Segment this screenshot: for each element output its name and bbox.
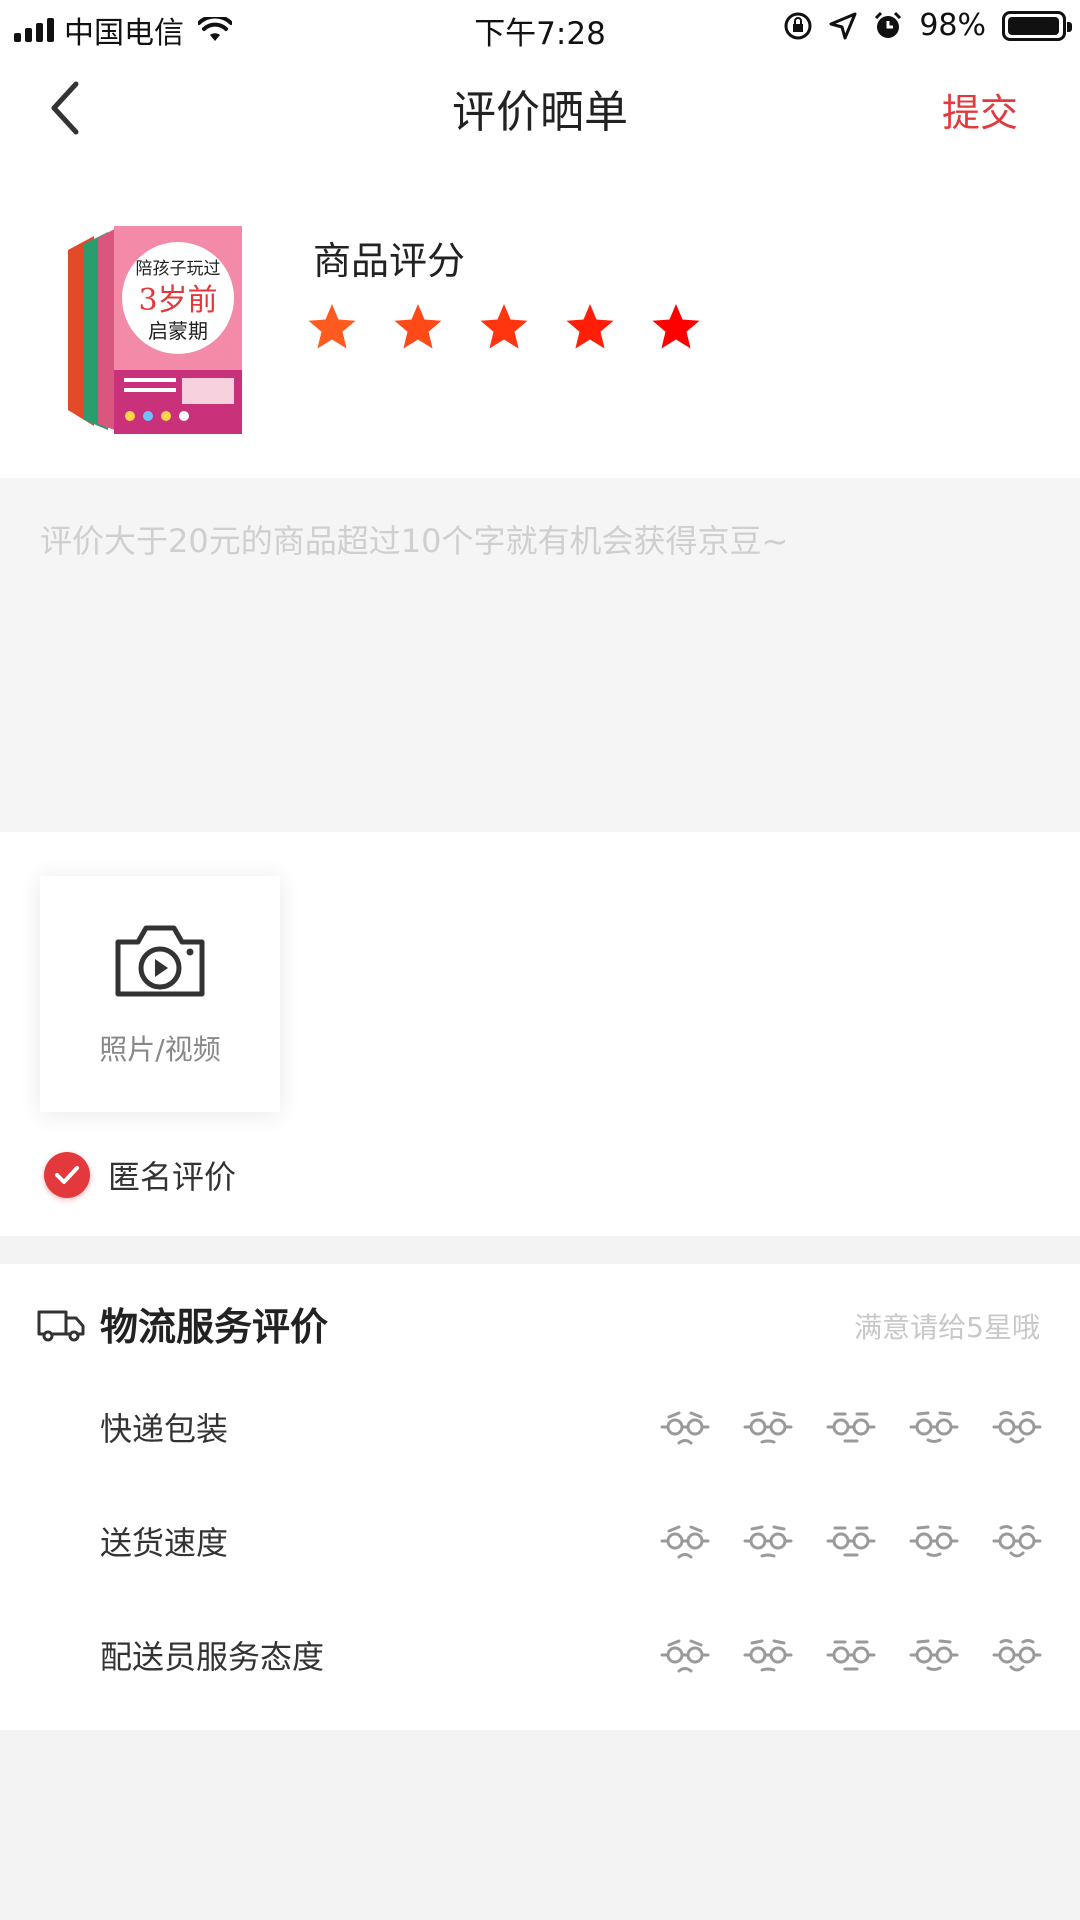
rating-label: 配送员服务态度 xyxy=(100,1638,325,1676)
face-icon-5[interactable] xyxy=(992,1516,1042,1566)
page-title: 评价晒单 xyxy=(452,87,628,138)
review-text-area xyxy=(0,478,1080,832)
face-icon-3[interactable] xyxy=(826,1516,876,1566)
rating-label: 送货速度 xyxy=(100,1524,229,1562)
product-score-label: 商品评分 xyxy=(313,239,466,283)
add-photo-video-button[interactable]: 照片/视频 xyxy=(40,876,280,1112)
face-icon-2[interactable] xyxy=(743,1630,793,1680)
logistics-title: 物流服务评价 xyxy=(100,1305,329,1349)
face-rating[interactable] xyxy=(660,1402,1042,1452)
book-title-line-3: 启蒙期 xyxy=(148,319,208,343)
face-icon-2[interactable] xyxy=(743,1402,793,1452)
rating-label: 快递包装 xyxy=(100,1410,229,1448)
status-bar: 中国电信 下午7:28 98% xyxy=(0,0,1080,52)
anonymous-toggle[interactable]: 匿名评价 xyxy=(44,1152,236,1198)
logistics-hint: 满意请给5星哦 xyxy=(854,1311,1040,1344)
face-icon-4[interactable] xyxy=(909,1630,959,1680)
upload-label: 照片/视频 xyxy=(99,1033,221,1066)
review-input[interactable] xyxy=(40,516,1040,796)
book-title-line-1: 陪孩子玩过 xyxy=(136,259,221,279)
face-icon-5[interactable] xyxy=(992,1402,1042,1452)
product-section: 陪孩子玩过 3岁前 启蒙期 商品评分 xyxy=(0,164,1080,478)
media-upload-section: 照片/视频 匿名评价 xyxy=(0,832,1080,1236)
logistics-rating-section: 物流服务评价 满意请给5星哦 快递包装 送货速度 配送员服务态度 xyxy=(0,1264,1080,1730)
face-icon-2[interactable] xyxy=(743,1516,793,1566)
nav-bar: 评价晒单 提交 xyxy=(0,52,1080,164)
face-icon-1[interactable] xyxy=(660,1516,710,1566)
star-icon-4[interactable] xyxy=(564,302,616,352)
battery-level xyxy=(1008,16,1059,35)
truck-icon xyxy=(37,1310,85,1341)
star-icon-2[interactable] xyxy=(392,302,444,352)
book-title-line-2: 3岁前 xyxy=(138,283,217,318)
product-star-rating[interactable] xyxy=(306,302,702,352)
face-icon-3[interactable] xyxy=(826,1630,876,1680)
submit-button[interactable]: 提交 xyxy=(942,82,1018,137)
star-icon-1[interactable] xyxy=(306,302,358,352)
star-icon-5[interactable] xyxy=(650,302,702,352)
camera-video-icon xyxy=(115,925,205,997)
checkmark-icon[interactable] xyxy=(44,1152,90,1198)
face-icon-4[interactable] xyxy=(909,1516,959,1566)
face-icon-4[interactable] xyxy=(909,1402,959,1452)
rating-row-courier: 配送员服务态度 xyxy=(0,1616,1080,1696)
orientation-lock-icon xyxy=(784,12,812,39)
location-arrow-icon xyxy=(829,12,857,39)
face-icon-1[interactable] xyxy=(660,1402,710,1452)
face-icon-3[interactable] xyxy=(826,1402,876,1452)
product-image[interactable]: 陪孩子玩过 3岁前 启蒙期 xyxy=(64,220,244,434)
battery-icon xyxy=(1002,10,1072,41)
rating-row-packaging: 快递包装 xyxy=(0,1388,1080,1468)
face-rating[interactable] xyxy=(660,1516,1042,1566)
rating-row-speed: 送货速度 xyxy=(0,1502,1080,1582)
face-rating[interactable] xyxy=(660,1630,1042,1680)
face-icon-5[interactable] xyxy=(992,1630,1042,1680)
review-page: 中国电信 下午7:28 98% 评价晒单 提交 陪孩子玩过 3岁前 启蒙期 商品… xyxy=(0,0,1080,1920)
star-icon-3[interactable] xyxy=(478,302,530,352)
anonymous-label: 匿名评价 xyxy=(108,1158,237,1196)
face-icon-1[interactable] xyxy=(660,1630,710,1680)
alarm-icon xyxy=(875,11,902,38)
battery-percent: 98% xyxy=(919,8,986,43)
